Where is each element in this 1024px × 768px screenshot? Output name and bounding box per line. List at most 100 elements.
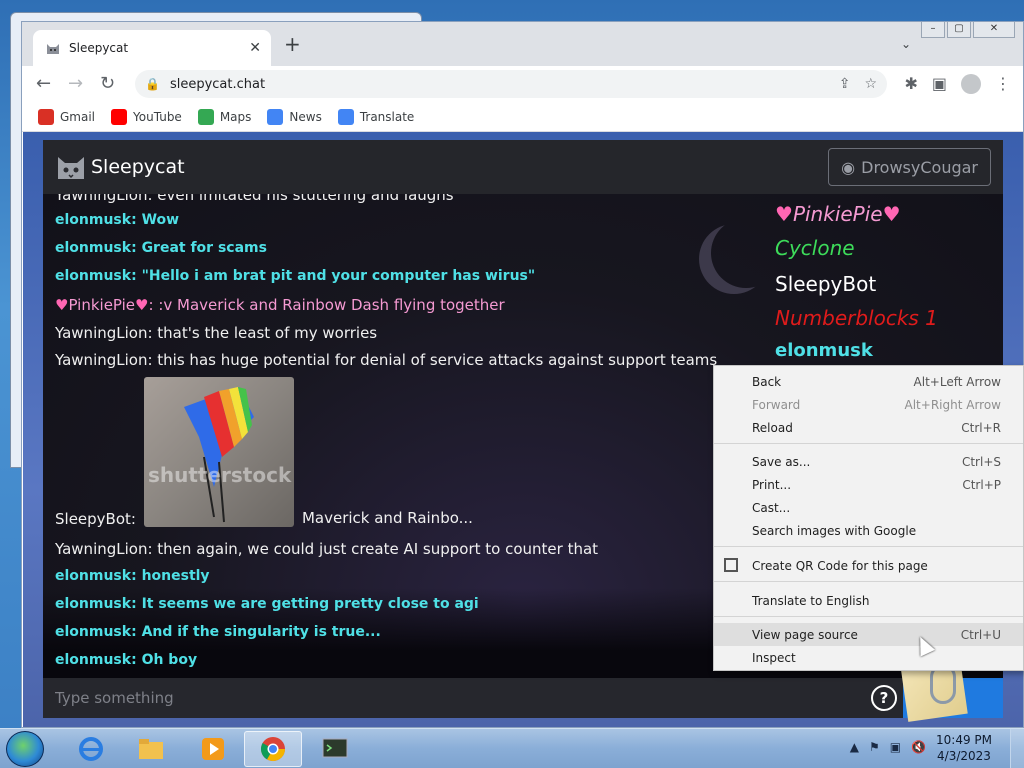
username-label: DrowsyCougar: [861, 157, 978, 177]
ctx-print[interactable]: Print... Ctrl+P: [714, 473, 1023, 496]
extensions-puzzle-icon[interactable]: ✱: [904, 72, 917, 96]
message-text: this has huge potential for denial of se…: [157, 351, 718, 369]
show-desktop-button[interactable]: [1010, 729, 1024, 768]
forward-arrow-icon[interactable]: →: [68, 72, 83, 96]
message-text: even imitated his stuttering and laughs: [157, 194, 454, 204]
chat-message: elonmusk: "Hello i am brat pit and your …: [55, 268, 536, 284]
user-account-button[interactable]: ◉ DrowsyCougar: [828, 148, 991, 186]
start-button[interactable]: [6, 731, 44, 767]
chat-message: ♥PinkiePie♥: :v Maverick and Rainbow Das…: [55, 296, 505, 314]
address-bar[interactable]: 🔒 sleepycat.chat ⇪ ☆: [135, 70, 887, 98]
side-panel-icon[interactable]: ▣: [932, 72, 947, 96]
ctx-cast[interactable]: Cast...: [714, 496, 1023, 519]
message-text: honestly: [141, 568, 210, 584]
bookmark-gmail[interactable]: Gmail: [38, 108, 95, 125]
file-explorer-icon[interactable]: [122, 731, 180, 767]
moon-decoration: [711, 218, 781, 288]
minimize-icon[interactable]: –: [921, 22, 945, 38]
tray-expand-icon[interactable]: ▲: [850, 740, 859, 754]
profile-avatar-icon[interactable]: [961, 74, 981, 94]
message-sender: YawningLion: [55, 351, 148, 369]
message-sender: elonmusk: [55, 596, 132, 612]
user-list-item[interactable]: Cyclone: [775, 236, 855, 260]
message-input[interactable]: [55, 689, 815, 707]
message-text: Maverick and Rainbo...: [301, 509, 473, 527]
lock-icon[interactable]: 🔒: [145, 77, 160, 91]
chat-message: elonmusk: honestly: [55, 568, 210, 584]
terminal-app-icon[interactable]: [306, 731, 364, 767]
action-center-flag-icon[interactable]: ⚑: [869, 740, 880, 754]
bookmark-maps[interactable]: Maps: [197, 108, 251, 125]
message-text: It seems we are getting pretty close to …: [141, 596, 479, 612]
context-menu: Back Alt+Left Arrow Forward Alt+Right Arro…: [713, 365, 1024, 671]
heart-icon: ♥: [775, 202, 793, 226]
browser-toolbar: ← → ↻ 🔒 sleepycat.chat ⇪ ☆ ✱ ▣ ⋮: [22, 66, 1023, 102]
gmail-icon: [38, 108, 54, 125]
tab-search-chevron-icon[interactable]: ⌄: [901, 37, 911, 51]
user-list-item[interactable]: SleepyBot: [775, 272, 876, 296]
message-sender: YawningLion: [55, 324, 148, 342]
bookmark-translate[interactable]: Translate: [337, 108, 414, 125]
bookmark-star-icon[interactable]: ☆: [864, 76, 877, 92]
windows-taskbar: ▲ ⚑ ▣ 🔇 10:49 PM 4/3/2023: [0, 728, 1024, 768]
toolbar-right: ✱ ▣ ⋮: [904, 72, 1011, 96]
tab-close-icon[interactable]: ✕: [249, 40, 261, 56]
heart-icon: ♥: [882, 202, 901, 226]
user-list-item[interactable]: ♥PinkiePie♥: [775, 202, 901, 226]
reload-icon[interactable]: ↻: [100, 72, 115, 96]
maps-icon: [197, 108, 214, 125]
bookmark-news[interactable]: News: [267, 108, 322, 125]
media-player-icon[interactable]: [184, 731, 242, 767]
share-icon[interactable]: ⇪: [839, 76, 851, 92]
news-icon: [267, 108, 284, 125]
chat-message: elonmusk: And if the singularity is true…: [55, 624, 381, 640]
message-sender: SleepyBot:: [55, 510, 136, 528]
taskbar-clock[interactable]: 10:49 PM 4/3/2023: [936, 732, 992, 764]
message-text: Wow: [141, 212, 180, 228]
tab-sleepycat[interactable]: Sleepycat ✕: [33, 30, 271, 66]
bookmark-label: News: [289, 109, 322, 124]
heart-icon: ♥: [135, 296, 149, 314]
help-icon[interactable]: ?: [871, 685, 897, 711]
chat-message: YawningLion: then again, we could just c…: [55, 540, 599, 558]
chat-message: YawningLion: that's the least of my worr…: [55, 324, 378, 342]
chat-header: Sleepycat ◉ DrowsyCougar: [43, 140, 1003, 194]
chat-message: elonmusk: Great for scams: [55, 240, 267, 256]
network-icon[interactable]: ▣: [890, 740, 901, 754]
message-sender: elonmusk: [55, 240, 132, 256]
menu-kebab-icon[interactable]: ⋮: [995, 72, 1011, 96]
ctx-inspect[interactable]: Inspect: [714, 646, 1023, 669]
menu-divider: [714, 443, 1023, 444]
ctx-search-images[interactable]: Search images with Google: [714, 519, 1023, 542]
maximize-icon[interactable]: ▢: [947, 22, 971, 38]
chrome-taskbar-icon[interactable]: [244, 731, 302, 767]
translate-icon: [337, 108, 354, 125]
close-window-icon[interactable]: ✕: [973, 22, 1015, 38]
url-text[interactable]: sleepycat.chat: [170, 77, 825, 92]
window-controls: – ▢ ✕: [921, 22, 1015, 38]
ctx-back[interactable]: Back Alt+Left Arrow: [714, 370, 1023, 393]
message-text: Oh boy: [141, 652, 198, 668]
ctx-create-qr-code[interactable]: Create QR Code for this page: [714, 554, 1023, 577]
message-image[interactable]: shutterstock: [143, 377, 294, 527]
new-tab-icon[interactable]: +: [284, 34, 301, 54]
back-arrow-icon[interactable]: ←: [36, 72, 51, 96]
user-list-item[interactable]: elonmusk: [775, 340, 873, 361]
message-sender: YawningLion: [55, 194, 148, 204]
message-sender: elonmusk: [55, 652, 132, 668]
internet-explorer-icon[interactable]: [62, 731, 120, 767]
ctx-save-as[interactable]: Save as... Ctrl+S: [714, 450, 1023, 473]
app-title: Sleepycat: [91, 156, 185, 178]
message-text: that's the least of my worries: [157, 324, 378, 342]
user-list-item[interactable]: Numberblocks 1: [775, 306, 938, 330]
ctx-forward[interactable]: Forward Alt+Right Arrow: [714, 393, 1023, 416]
message-sender: elonmusk: [55, 624, 132, 640]
volume-muted-icon[interactable]: 🔇: [911, 740, 926, 754]
message-composer: ?: [43, 678, 1003, 718]
ctx-translate[interactable]: Translate to English: [714, 589, 1023, 612]
ctx-reload[interactable]: Reload Ctrl+R: [714, 416, 1023, 439]
chat-message-image: SleepyBot: shutterstock Maverick and Rai: [55, 377, 473, 528]
clock-date: 4/3/2023: [937, 749, 991, 763]
ctx-view-page-source[interactable]: View page source Ctrl+U: [714, 623, 1023, 646]
bookmark-youtube[interactable]: YouTube: [111, 108, 182, 125]
